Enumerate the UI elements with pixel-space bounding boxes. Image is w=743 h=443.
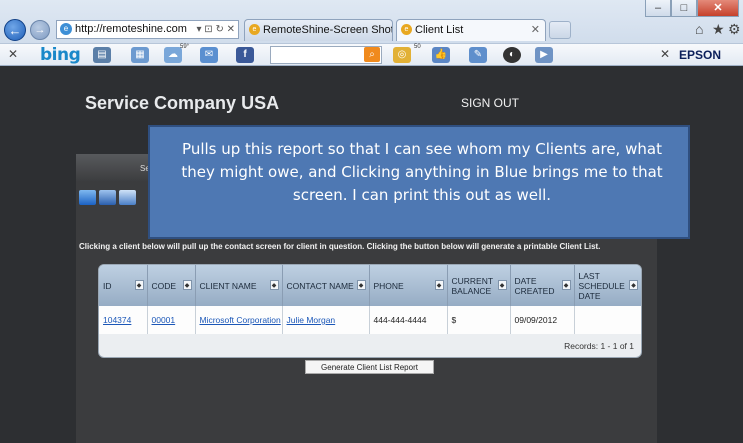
address-bar[interactable]: e http://remoteshine.com ▾ ⊡ ↻ ✕ xyxy=(56,20,239,39)
close-epson-toolbar-icon[interactable]: ✕ xyxy=(660,47,670,61)
maximize-button[interactable]: □ xyxy=(671,0,697,17)
sort-icon[interactable]: ◆ xyxy=(434,280,444,290)
contact-name-link[interactable]: Julie Morgan xyxy=(282,306,370,334)
date-created-cell: 09/09/2012 xyxy=(510,306,575,334)
sign-out-link[interactable]: SIGN OUT xyxy=(461,96,519,110)
sort-icon[interactable]: ◆ xyxy=(629,280,638,290)
site-favicon-icon: e xyxy=(60,23,72,35)
facebook-icon[interactable]: f xyxy=(236,47,254,63)
column-header-client-name[interactable]: CLIENT NAME ◆ xyxy=(195,265,283,306)
client-table: ID ◆ CODE ◆ CLIENT NAME ◆ CONTACT NAME ◆ PHO… xyxy=(99,265,641,334)
monitor-icon[interactable] xyxy=(99,190,116,205)
panel-icon-bar xyxy=(79,190,136,205)
bing-logo[interactable]: bing xyxy=(40,45,81,65)
tab-remoteshine-screen-shots[interactable]: e RemoteShine-Screen Shots xyxy=(244,19,393,41)
tab-client-list[interactable]: e Client List ✕ xyxy=(396,19,546,41)
browser-chrome: – □ ✕ ← → e http://remoteshine.com ▾ ⊡ ↻… xyxy=(0,0,743,66)
phone-cell: 444-444-4444 xyxy=(369,306,448,334)
back-arrow-icon: ← xyxy=(8,22,22,38)
navigation-row: ← → e http://remoteshine.com ▾ ⊡ ↻ ✕ e R… xyxy=(0,17,743,43)
tab-label: RemoteShine-Screen Shots xyxy=(263,24,393,36)
close-tab-icon[interactable]: ✕ xyxy=(531,20,540,40)
epson-logo[interactable]: EPSON xyxy=(679,48,721,62)
column-header-code[interactable]: CODE ◆ xyxy=(147,265,196,306)
close-window-button[interactable]: ✕ xyxy=(697,0,739,17)
title-bar: – □ ✕ xyxy=(0,0,743,18)
news-icon[interactable]: ▤ xyxy=(93,47,111,63)
minimize-button[interactable]: – xyxy=(645,0,671,17)
new-tab-button[interactable] xyxy=(549,21,571,39)
client-id-link[interactable]: 104374 xyxy=(99,306,148,334)
last-schedule-cell xyxy=(574,306,641,334)
thumbs-up-icon[interactable]: 👍 xyxy=(432,47,450,63)
weather-temperature: 59° xyxy=(180,44,190,50)
sort-icon[interactable]: ◆ xyxy=(561,280,571,290)
table-header-row: ID ◆ CODE ◆ CLIENT NAME ◆ CONTACT NAME ◆ PHO… xyxy=(99,265,641,306)
column-header-date-created[interactable]: DATE CREATED ◆ xyxy=(510,265,575,306)
back-button[interactable]: ← xyxy=(4,19,26,41)
address-controls[interactable]: ▾ ⊡ ↻ ✕ xyxy=(197,21,236,38)
generate-report-button[interactable]: Generate Client List Report xyxy=(305,360,434,374)
column-header-current-balance[interactable]: CURRENT BALANCE ◆ xyxy=(447,265,511,306)
client-name-link[interactable]: Microsoft Corporation xyxy=(195,306,283,334)
gear-icon[interactable]: ⚙ xyxy=(728,21,741,38)
column-header-id[interactable]: ID ◆ xyxy=(99,265,148,306)
mail-icon[interactable]: ✉ xyxy=(200,47,218,63)
column-header-contact-name[interactable]: CONTACT NAME ◆ xyxy=(282,265,370,306)
sort-icon[interactable]: ◆ xyxy=(134,280,144,290)
forward-button[interactable]: → xyxy=(30,20,50,40)
table-row[interactable]: 104374 00001 Microsoft Corporation Julie… xyxy=(99,306,641,334)
records-count: Records: 1 - 1 of 1 xyxy=(564,341,634,351)
column-header-last-schedule-date[interactable]: LAST SCHEDULE DATE ◆ xyxy=(574,265,641,306)
address-text: http://remoteshine.com xyxy=(75,23,187,35)
video-icon[interactable]: ▶ xyxy=(535,47,553,63)
close-toolbar-icon[interactable]: ✕ xyxy=(8,47,18,61)
tab-favicon-icon: e xyxy=(401,24,412,35)
favorites-star-icon[interactable]: ★ xyxy=(712,21,725,38)
window-controls: – □ ✕ xyxy=(645,0,739,17)
tab-favicon-icon: e xyxy=(249,24,260,35)
client-code-link[interactable]: 00001 xyxy=(147,306,196,334)
shirt-icon[interactable] xyxy=(119,190,136,205)
house-icon[interactable] xyxy=(79,190,96,205)
instruction-text: Clicking a client below will pull up the… xyxy=(79,242,601,251)
search-icon[interactable]: ⌕ xyxy=(364,47,380,62)
rewards-icon[interactable]: ◎ xyxy=(393,47,411,63)
sort-icon[interactable]: ◆ xyxy=(182,280,192,290)
balance-cell: $ xyxy=(447,306,511,334)
translate-icon[interactable]: ◐ xyxy=(503,47,521,63)
web-page: Service Company USA SIGN OUT Se Clicking… xyxy=(0,66,743,443)
tab-label: Client List xyxy=(415,24,464,36)
home-icon[interactable]: ⌂ xyxy=(695,21,703,37)
client-table-container: ID ◆ CODE ◆ CLIENT NAME ◆ CONTACT NAME ◆ PHO… xyxy=(98,264,642,358)
chat-icon[interactable]: ✎ xyxy=(469,47,487,63)
column-header-phone[interactable]: PHONE ◆ xyxy=(369,265,448,306)
sort-icon[interactable]: ◆ xyxy=(497,280,507,290)
forward-arrow-icon: → xyxy=(34,24,46,36)
rewards-count: 50 xyxy=(414,44,421,50)
sort-icon[interactable]: ◆ xyxy=(356,280,366,290)
annotation-callout: Pulls up this report so that I can see w… xyxy=(148,125,690,239)
bing-toolbar: ✕ bing ▤ ▦ ☁ 59° ✉ f ⌕ ◎ 50 👍 ✎ ◐ ▶ ✕ EP… xyxy=(0,43,743,66)
sort-icon[interactable]: ◆ xyxy=(269,280,279,290)
maps-icon[interactable]: ▦ xyxy=(131,47,149,63)
company-title: Service Company USA xyxy=(85,93,280,113)
